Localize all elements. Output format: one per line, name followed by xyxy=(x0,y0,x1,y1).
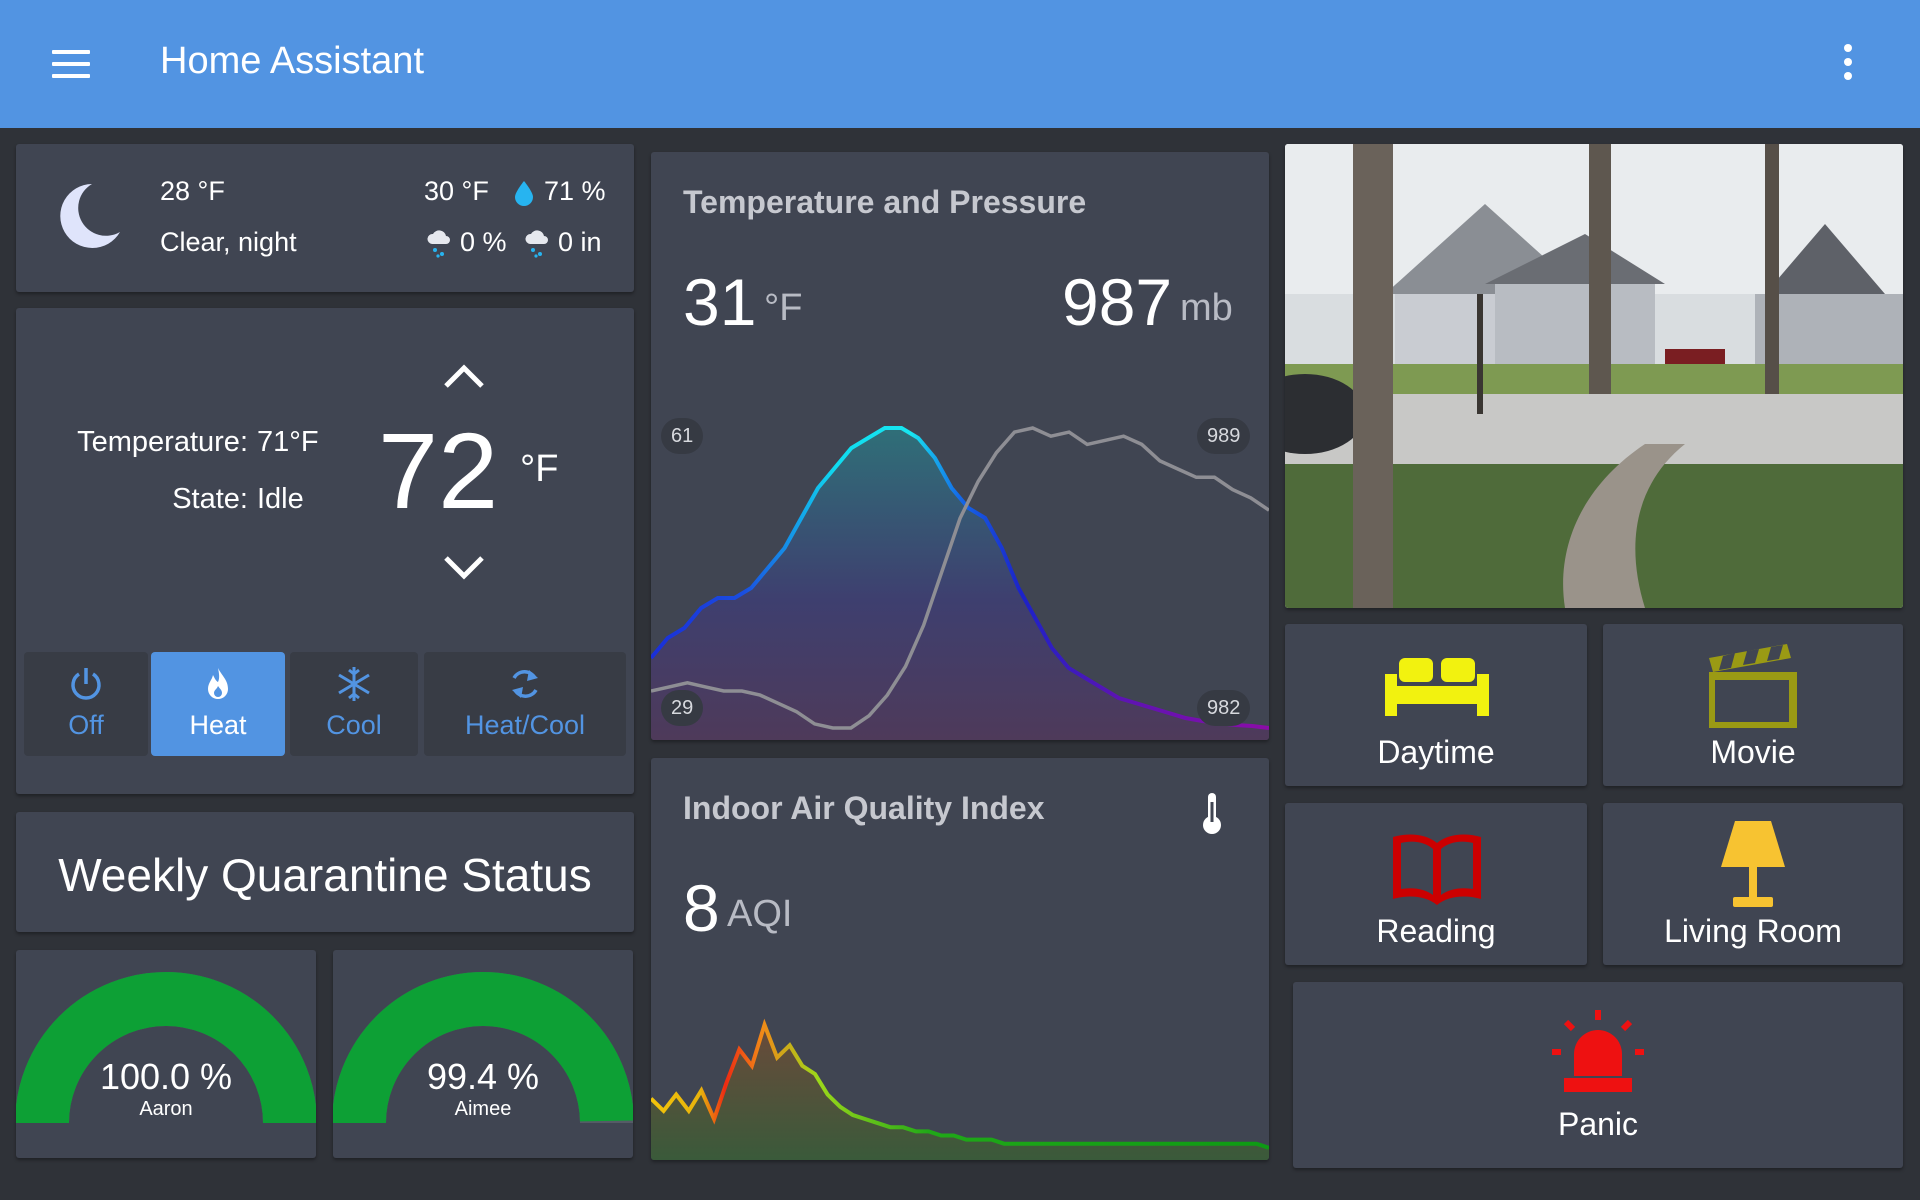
temperature-pressure-title: Temperature and Pressure xyxy=(683,184,1087,220)
scene-movie-label: Movie xyxy=(1710,734,1796,770)
hvac-state-value: Idle xyxy=(257,483,304,515)
pressure-max-label: 989 xyxy=(1197,418,1251,454)
temperature-pressure-card[interactable]: Temperature and Pressure 31 °F 987 mb 61… xyxy=(651,152,1269,740)
sofa-icon xyxy=(1385,658,1489,716)
scene-daytime-button[interactable]: Daytime xyxy=(1285,624,1587,786)
fire-icon xyxy=(208,668,228,699)
book-icon xyxy=(1393,834,1481,905)
temperature-max-label: 61 xyxy=(661,418,704,454)
scene-panic-button[interactable]: Panic xyxy=(1293,982,1903,1168)
air-quality-title: Indoor Air Quality Index xyxy=(683,790,1045,826)
mode-cool-button[interactable]: Cool xyxy=(290,652,418,756)
pressure-unit: mb xyxy=(1180,287,1233,329)
front-yard-camera-feed xyxy=(1285,144,1903,608)
outdoor-temperature-value: 31 xyxy=(683,265,757,339)
air-quality-card[interactable]: Indoor Air Quality Index 8 AQI xyxy=(651,758,1269,1160)
mode-heat-cool-button[interactable]: Heat/Cool xyxy=(424,652,626,756)
autorenew-icon xyxy=(512,670,538,698)
air-quality-value: 8 xyxy=(683,871,720,945)
current-temperature-value: 71°F xyxy=(257,426,319,458)
weather-temperature: 28 °F xyxy=(160,176,225,206)
water-drop-icon xyxy=(515,181,533,206)
hvac-state-label: State: xyxy=(172,483,248,515)
mode-heat-label: Heat xyxy=(189,710,247,740)
scene-panic-label: Panic xyxy=(1557,1106,1639,1142)
current-temperature-label: Temperature: xyxy=(77,426,248,458)
gauge-aimee xyxy=(332,972,634,1124)
quarantine-title: Weekly Quarantine Status xyxy=(58,849,592,901)
weather-precip-amount: 0 in xyxy=(558,227,602,257)
weather-condition: Clear, night xyxy=(160,227,297,257)
gauge-name-aimee: Aimee xyxy=(454,1098,512,1120)
weather-high: 30 °F xyxy=(424,176,489,206)
mode-cool-label: Cool xyxy=(326,710,382,740)
mode-off-label: Off xyxy=(68,710,104,740)
gauge-card-aimee[interactable]: 99.4 % Aimee xyxy=(332,950,634,1158)
temperature-area xyxy=(651,428,1269,740)
gauge-aaron xyxy=(15,972,317,1124)
moon-icon xyxy=(60,184,120,248)
air-quality-unit: AQI xyxy=(727,893,793,935)
camera-card[interactable] xyxy=(1285,144,1903,608)
gauge-card-aaron[interactable]: 100.0 % Aaron xyxy=(15,950,317,1158)
temperature-pressure-graph xyxy=(651,426,1269,740)
chevron-up-icon[interactable] xyxy=(440,360,488,390)
scene-reading-button[interactable]: Reading xyxy=(1285,803,1587,965)
alarm-light-icon xyxy=(1552,1010,1644,1092)
air-quality-area xyxy=(651,1024,1269,1160)
gauge-name-aaron: Aaron xyxy=(139,1098,193,1120)
rain-probability-icon xyxy=(427,230,450,258)
scene-living-room-button[interactable]: Living Room xyxy=(1603,803,1903,965)
snowflake-icon xyxy=(338,667,370,701)
gauge-value-aaron: 100.0 % xyxy=(99,1056,233,1097)
scene-movie-button[interactable]: Movie xyxy=(1603,624,1903,786)
temperature-min-label: 29 xyxy=(661,690,704,726)
chevron-down-icon[interactable] xyxy=(440,554,488,584)
weather-humidity: 71 % xyxy=(544,176,606,206)
app-title: Home Assistant xyxy=(160,40,424,82)
top-app-bar: Home Assistant xyxy=(0,0,1920,128)
mode-heat-cool-label: Heat/Cool xyxy=(464,710,586,740)
mode-off-button[interactable]: Off xyxy=(24,652,148,756)
target-temperature-unit: °F xyxy=(520,448,559,490)
scene-living-room-label: Living Room xyxy=(1664,913,1842,949)
quarantine-title-card: Weekly Quarantine Status xyxy=(16,812,634,932)
clapperboard-icon xyxy=(1709,644,1797,728)
lamp-icon xyxy=(1721,821,1785,907)
power-icon xyxy=(71,668,101,700)
kebab-icon[interactable] xyxy=(1838,44,1858,84)
pressure-min-label: 982 xyxy=(1197,690,1251,726)
thermometer-icon xyxy=(1203,793,1221,834)
weather-precip-probability: 0 % xyxy=(460,227,507,257)
scene-daytime-label: Daytime xyxy=(1377,734,1495,770)
scene-reading-label: Reading xyxy=(1376,913,1496,949)
outdoor-temperature-unit: °F xyxy=(764,287,803,329)
pressure-value: 987 xyxy=(1062,265,1173,339)
rain-amount-icon xyxy=(525,230,548,258)
air-quality-graph xyxy=(651,1018,1269,1160)
target-temperature: 72 xyxy=(378,410,499,531)
mode-heat-button[interactable]: Heat xyxy=(151,652,285,756)
gauge-value-aimee: 99.4 % xyxy=(426,1056,540,1097)
weather-card[interactable]: 28 °F Clear, night 30 °F 71 % 0 % 0 in xyxy=(16,144,634,292)
menu-icon[interactable] xyxy=(52,50,90,78)
